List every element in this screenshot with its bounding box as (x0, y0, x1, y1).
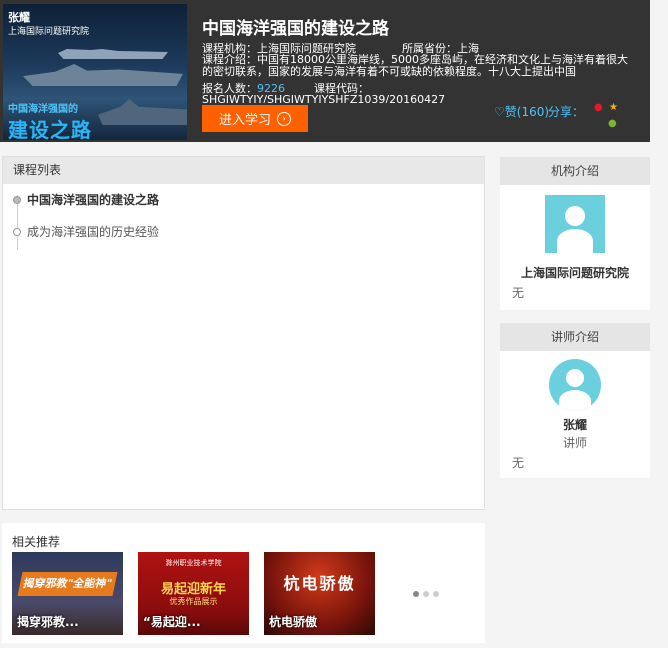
arrow-right-icon: › (277, 111, 291, 126)
course-list-panel: 课程列表 中国海洋强国的建设之路 成为海洋强国的历史经验 (2, 156, 485, 510)
cover-subtitle: 中国海洋强国的 (8, 104, 78, 115)
teacher-desc: 无 (512, 456, 525, 470)
timeline-dot-icon (13, 227, 21, 236)
enter-study-button[interactable]: 进入学习 › (202, 105, 308, 132)
course-title: 中国海洋强国的建设之路 (202, 19, 389, 39)
enter-study-label: 进入学习 (218, 112, 271, 127)
related-card[interactable]: 杭电骄傲 杭电骄傲 (264, 552, 375, 635)
person-icon (559, 390, 591, 411)
related-title: 相关推荐 (12, 535, 61, 549)
org-name[interactable]: 上海国际问题研究院 (500, 264, 650, 281)
course-header: 张耀 上海国际问题研究院 中国海洋强国的 建设之路 中国海洋强国的建设之路 课程… (0, 0, 650, 142)
chapter-item[interactable]: 中国海洋强国的建设之路 (13, 191, 159, 208)
pager-dot[interactable] (413, 591, 419, 597)
like-count: 赞(160) (504, 105, 550, 119)
org-intro-title: 机构介绍 (500, 157, 650, 185)
related-card[interactable]: 滁州职业技术学院 易起迎新年 优秀作品展示 “易起迎... (138, 552, 249, 635)
person-icon (557, 229, 593, 253)
cover-teacher-name: 张耀 (8, 11, 30, 24)
carousel-pager (413, 591, 439, 597)
timeline-dot-icon (13, 195, 21, 204)
card-overlay-text: 杭电骄傲 (283, 574, 356, 593)
card-caption: 揭穿邪教... (17, 615, 79, 629)
org-avatar[interactable] (545, 195, 605, 253)
like-button[interactable]: ♡赞(160) (494, 103, 549, 120)
heart-icon: ♡ (494, 105, 505, 119)
course-list-title: 课程列表 (3, 157, 484, 184)
person-icon (565, 206, 585, 226)
person-icon (566, 369, 584, 387)
teacher-avatar[interactable] (549, 359, 601, 411)
teacher-name[interactable]: 张耀 (500, 416, 650, 433)
course-intro-row: 课程介绍：中国有18000公里海岸线，5000多座岛屿，在经济和文化上与海洋有着… (202, 54, 634, 80)
cover-org-name: 上海国际问题研究院 (8, 27, 90, 37)
course-info: 中国海洋强国的建设之路 课程机构：上海国际问题研究院 所属省份：上海 课程介绍：… (202, 14, 642, 103)
share-label: 分享： (548, 105, 585, 119)
cover-ship-graphic (23, 64, 183, 86)
card-overlay-text: 优秀作品展示 (169, 597, 218, 606)
pager-dot[interactable] (433, 591, 439, 597)
card-overlay-text: 揭穿邪教"全能神" (17, 572, 118, 596)
course-cover-image[interactable]: 张耀 上海国际问题研究院 中国海洋强国的 建设之路 (3, 4, 187, 140)
card-caption: “易起迎... (143, 615, 201, 629)
card-overlay-text: 滁州职业技术学院 (165, 559, 222, 567)
teacher-intro-title: 讲师介绍 (500, 323, 650, 351)
card-caption: 杭电骄傲 (269, 615, 318, 629)
chapter-label: 中国海洋强国的建设之路 (27, 193, 160, 207)
pager-dot[interactable] (423, 591, 429, 597)
weibo-share-icon[interactable]: ● (594, 103, 604, 113)
card-overlay-text: 易起迎新年 (160, 582, 226, 597)
qzone-share-icon[interactable]: ★ (609, 103, 619, 113)
teacher-intro-panel: 讲师介绍 张耀 讲师 无 (500, 323, 650, 478)
org-desc: 无 (512, 286, 525, 300)
teacher-role: 讲师 (562, 436, 587, 450)
cover-ship-graphic (58, 49, 168, 59)
course-code-value: SHGJWTYJY/SHGJWTYJYSHFZ1039/20160427 (202, 94, 446, 103)
org-intro-panel: 机构介绍 上海国际问题研究院 无 (500, 157, 650, 310)
related-recommend-panel: 相关推荐 揭穿邪教"全能神" 揭穿邪教... 滁州职业技术学院 易起迎新年 优秀… (2, 523, 485, 643)
chapter-item[interactable]: 成为海洋强国的历史经验 (13, 223, 159, 240)
chapter-label: 成为海洋强国的历史经验 (27, 225, 160, 239)
intro-value: 中国有18000公里海岸线，5000多座岛屿，在经济和文化上与海洋有着很大的密切… (202, 54, 628, 78)
cover-big-title: 建设之路 (8, 118, 92, 140)
wechat-share-icon[interactable]: ● (608, 119, 618, 129)
related-card[interactable]: 揭穿邪教"全能神" 揭穿邪教... (12, 552, 123, 635)
cover-ship-graphic (98, 99, 187, 125)
